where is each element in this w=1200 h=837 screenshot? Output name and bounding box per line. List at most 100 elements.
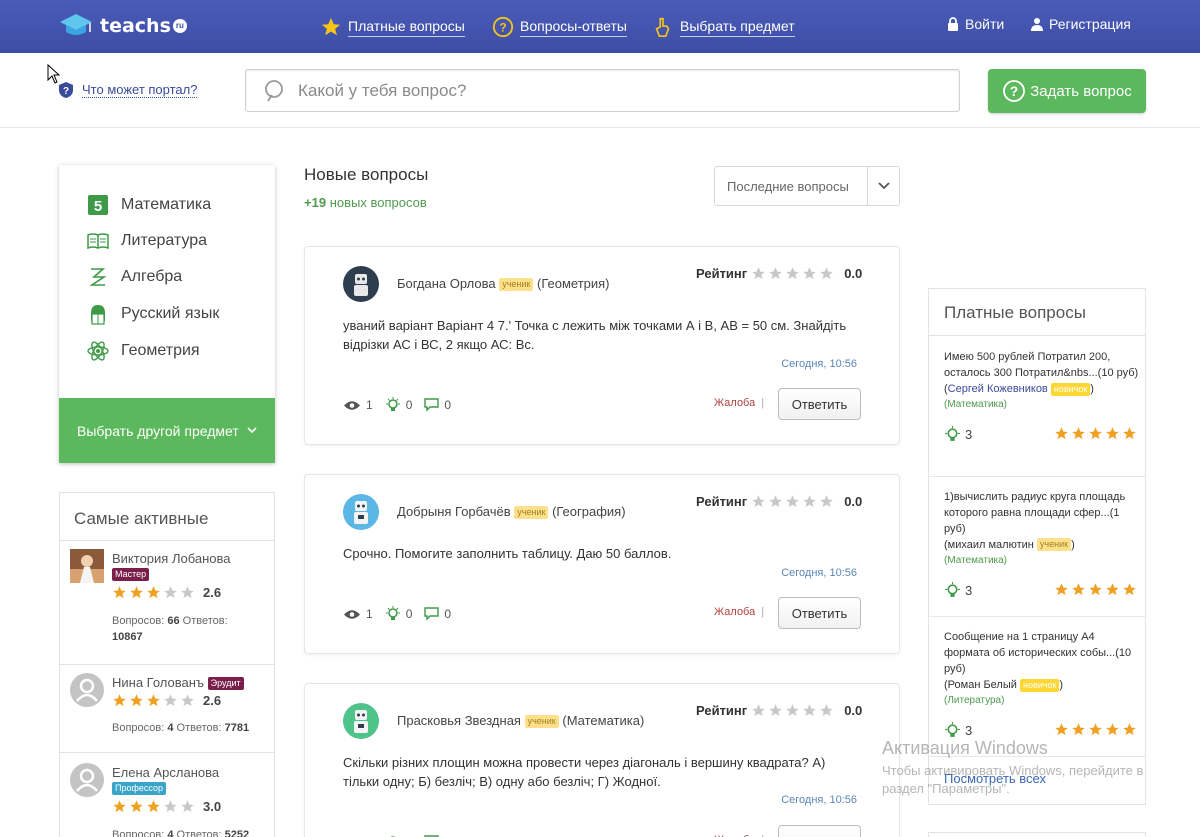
subject-item-russian[interactable]: Русский язык (87, 302, 219, 326)
paid-question-item[interactable]: Имею 500 рублей Потратил 200, осталось 3… (944, 349, 1139, 446)
answers-label: Ответов: (176, 829, 222, 837)
portal-info-link[interactable]: ? Что может портал? (58, 81, 198, 99)
answer-button[interactable]: Ответить (778, 388, 861, 420)
question-text[interactable]: Срочно. Помогите заполнить таблицу. Даю … (343, 544, 863, 563)
question-time: Сегодня, 10:56 (781, 358, 857, 370)
complain-link[interactable]: Жалоба | (714, 606, 764, 618)
user-rating-value: 3.0 (203, 799, 222, 814)
star-icon (786, 704, 799, 717)
likes-stat: 3 (944, 426, 972, 443)
subject-item-math[interactable]: 5 Математика (87, 193, 211, 217)
star-icon (769, 267, 782, 280)
paid-question-subject: (Литература) (944, 695, 1005, 706)
author-rank-badge: ученик (524, 715, 559, 728)
star-icon (1055, 427, 1068, 440)
star-icon (1072, 427, 1085, 440)
mouse-cursor-icon (47, 64, 61, 84)
question-author-row: Добрыня Горбачёв ученик (География) (397, 504, 626, 519)
sort-select[interactable]: Последние вопросы (714, 166, 900, 206)
paid-question-text[interactable]: Сообщение на 1 страницу А4 формата об ис… (944, 629, 1139, 677)
author-name[interactable]: михаил малютин (948, 539, 1034, 551)
comment-icon (424, 607, 440, 621)
site-logo[interactable]: teachs ru (58, 10, 187, 42)
star-icon (1123, 723, 1136, 736)
ask-question-button[interactable]: ? Задать вопрос (988, 69, 1146, 113)
nav-paid-questions[interactable]: Платные вопросы (320, 15, 465, 39)
svg-text:5: 5 (94, 198, 102, 215)
paid-question-author-row: (Роман Белый новичок) (944, 679, 1064, 692)
new-questions-count[interactable]: +19 новых вопросов (304, 195, 427, 210)
answers-label: Ответов: (182, 615, 228, 627)
user-name[interactable]: Елена Арсланова (112, 765, 219, 780)
avatar (70, 549, 104, 583)
watermark-line: раздел "Параметры". (882, 781, 1010, 796)
question-text[interactable]: уваний варіант Варіант 4 7.' Точка с леж… (343, 316, 863, 354)
divider (929, 616, 1145, 617)
author-name[interactable]: Роман Белый (948, 679, 1017, 691)
top-navbar: teachs ru Платные вопросы ? Вопросы-отве… (0, 0, 1200, 53)
subject-item-literature[interactable]: Литература (87, 229, 207, 253)
paid-question-text[interactable]: 1)вычислить радиус круга площадь которог… (944, 489, 1139, 537)
question-card[interactable]: Богдана Орлова ученик (Геометрия) Рейтин… (304, 246, 900, 445)
rating-stars[interactable] (751, 703, 836, 718)
user-name[interactable]: Виктория Лобанова (112, 551, 231, 566)
login-link[interactable]: Войти (947, 16, 1004, 32)
paid-question-item[interactable]: Сообщение на 1 страницу А4 формата об ис… (944, 629, 1139, 742)
divider (60, 540, 274, 541)
likes-stat[interactable]: 0 (385, 606, 412, 622)
comments-stat[interactable]: 0 (424, 607, 451, 621)
subject-item-geometry[interactable]: Геометрия (87, 339, 200, 363)
person-icon (87, 303, 109, 325)
question-rating: Рейтинг 0.0 (696, 494, 862, 509)
ask-question-label: Задать вопрос (1030, 82, 1132, 100)
search-input[interactable] (298, 80, 898, 101)
nav-questions-answers[interactable]: ? Вопросы-ответы (492, 15, 627, 39)
user-rating: 3.0 (112, 799, 221, 814)
question-card[interactable]: Добрыня Горбачёв ученик (География) Рейт… (304, 474, 900, 654)
rating-value: 0.0 (844, 266, 863, 281)
question-card[interactable]: Прасковья Звездная ученик (Математика) Р… (304, 683, 900, 837)
watermark-text: Чтобы активировать Windows, перейдите в … (882, 762, 1143, 798)
questions-label: Вопросов: (112, 615, 165, 627)
likes-count: 3 (965, 427, 973, 442)
question-rating: Рейтинг 0.0 (696, 266, 862, 281)
search-box[interactable] (245, 69, 960, 112)
paid-question-text[interactable]: Имею 500 рублей Потратил 200, осталось 3… (944, 349, 1139, 381)
question-subject: (География) (552, 504, 626, 519)
author-rank-badge: ученик (514, 506, 549, 519)
user-rank-badge: Эрудит (207, 677, 244, 690)
choose-other-subject-button[interactable]: Выбрать другой предмет (59, 398, 275, 463)
star-icon (1089, 583, 1102, 596)
views-count: 1 (366, 607, 373, 621)
author-name[interactable]: Богдана Орлова (397, 276, 496, 291)
star-icon (1055, 583, 1068, 596)
star-icon (752, 704, 765, 717)
author-name[interactable]: Сергей Кожевников (948, 383, 1048, 395)
comments-stat[interactable]: 0 (424, 398, 451, 412)
rating-stars (1054, 722, 1139, 737)
author-name[interactable]: Добрыня Горбачёв (397, 504, 511, 519)
likes-stat[interactable]: 0 (385, 397, 412, 413)
bulb-icon (385, 397, 400, 411)
register-link[interactable]: Регистрация (1031, 16, 1131, 32)
nav-choose-subject[interactable]: Выбрать предмет (652, 15, 795, 39)
paid-question-item[interactable]: 1)вычислить радиус круга площадь которог… (944, 489, 1139, 602)
separator: | (761, 397, 765, 409)
star-icon (1106, 583, 1119, 596)
eye-icon (344, 400, 360, 410)
answer-button[interactable]: Ответить (778, 597, 861, 629)
author-name[interactable]: Прасковья Звездная (397, 713, 521, 728)
user-rank-badge: Профессор (112, 782, 167, 795)
sort-dropdown-toggle[interactable] (867, 167, 900, 205)
subject-item-algebra[interactable]: Алгебра (87, 265, 182, 289)
star-icon (820, 704, 833, 717)
answer-button[interactable]: Ответить (778, 825, 861, 837)
question-text[interactable]: Скільки різних площин можна провести чер… (343, 753, 863, 791)
user-name[interactable]: Нина Голованъ (112, 675, 204, 690)
question-subject: (Математика) (562, 713, 645, 728)
complain-link[interactable]: Жалоба | (714, 397, 764, 409)
rating-stars[interactable] (751, 494, 836, 509)
svg-text:?: ? (1010, 83, 1019, 99)
rating-stars[interactable] (751, 266, 836, 281)
star-icon (164, 800, 177, 813)
